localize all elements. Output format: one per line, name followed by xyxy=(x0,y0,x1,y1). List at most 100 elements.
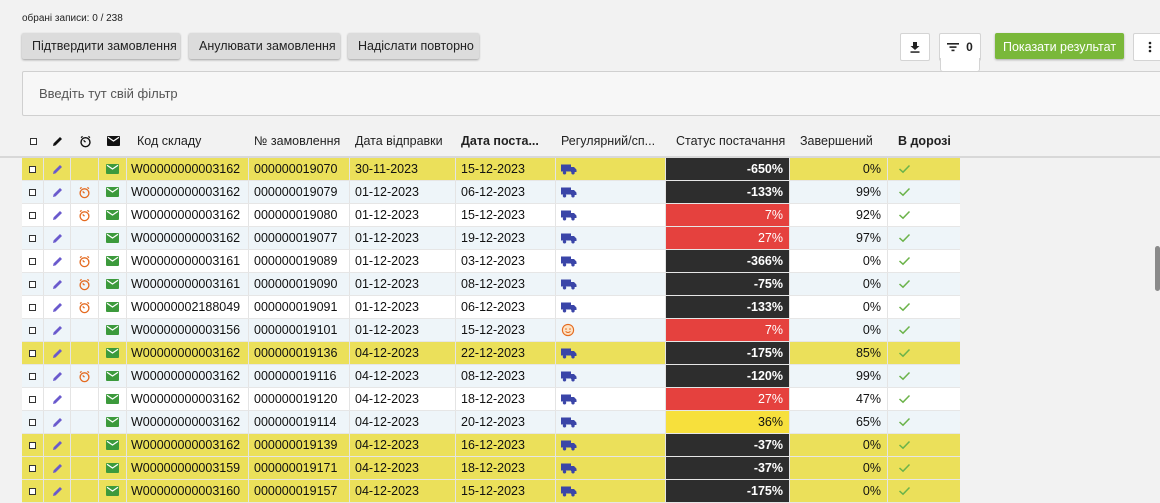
table-row[interactable]: W00000000003162 000000019114 04-12-2023 20-… xyxy=(22,411,960,434)
row-edit-button[interactable] xyxy=(44,411,71,433)
row-mail[interactable] xyxy=(99,181,127,203)
table-row[interactable]: W00000000003162 000000019139 04-12-2023 16-… xyxy=(22,434,960,457)
row-checkbox[interactable] xyxy=(29,280,36,288)
row-edit-button[interactable] xyxy=(44,388,71,410)
header-completed[interactable]: Завершений xyxy=(790,126,888,156)
resend-button[interactable]: Надіслати повторно xyxy=(348,33,479,59)
row-checkbox[interactable] xyxy=(29,418,36,426)
vertical-scrollbar[interactable] xyxy=(1155,246,1160,291)
header-order-number[interactable]: № замовлення xyxy=(249,126,350,156)
row-checkbox[interactable] xyxy=(29,303,36,311)
row-checkbox[interactable] xyxy=(29,257,36,265)
row-select[interactable] xyxy=(22,204,44,226)
show-results-button[interactable]: Показати результат xyxy=(995,33,1124,59)
table-row[interactable]: W00000000003156 000000019101 01-12-2023 15-… xyxy=(22,319,960,342)
header-select-all[interactable] xyxy=(22,126,44,156)
row-select[interactable] xyxy=(22,227,44,249)
cancel-orders-button[interactable]: Анулювати замовлення xyxy=(189,33,340,59)
row-edit-button[interactable] xyxy=(44,204,71,226)
row-select[interactable] xyxy=(22,181,44,203)
row-mail[interactable] xyxy=(99,434,127,456)
row-checkbox[interactable] xyxy=(29,464,36,472)
header-warehouse-code[interactable]: Код складу xyxy=(127,126,249,156)
edit-icon xyxy=(52,302,62,312)
more-menu-button[interactable] xyxy=(1133,33,1160,61)
row-edit-button[interactable] xyxy=(44,296,71,318)
row-mail[interactable] xyxy=(99,457,127,479)
filter-toggle-button[interactable]: 0 xyxy=(939,33,981,61)
select-all-checkbox[interactable] xyxy=(29,137,37,145)
row-select[interactable] xyxy=(22,342,44,364)
row-select[interactable] xyxy=(22,480,44,502)
row-select[interactable] xyxy=(22,365,44,387)
row-edit-button[interactable] xyxy=(44,250,71,272)
filter-count: 0 xyxy=(966,40,973,54)
table-row[interactable]: W00000000003161 000000019090 01-12-2023 08-… xyxy=(22,273,960,296)
row-edit-button[interactable] xyxy=(44,181,71,203)
row-checkbox[interactable] xyxy=(29,211,36,219)
header-delivery-date[interactable]: Дата поста... xyxy=(456,126,556,156)
cell-order-number: 000000019120 xyxy=(249,388,350,410)
header-delivery-status[interactable]: Статус постачання xyxy=(666,126,790,156)
row-checkbox[interactable] xyxy=(29,487,36,495)
header-ship-date[interactable]: Дата відправки xyxy=(350,126,456,156)
row-mail[interactable] xyxy=(99,158,127,180)
row-checkbox[interactable] xyxy=(29,165,36,173)
row-edit-button[interactable] xyxy=(44,227,71,249)
row-select[interactable] xyxy=(22,296,44,318)
timer-icon xyxy=(79,209,90,221)
row-select[interactable] xyxy=(22,457,44,479)
row-checkbox[interactable] xyxy=(29,349,36,357)
row-checkbox[interactable] xyxy=(29,188,36,196)
row-edit-button[interactable] xyxy=(44,273,71,295)
table-row[interactable]: W00000000003162 000000019080 01-12-2023 15-… xyxy=(22,204,960,227)
table-row[interactable]: W00000002188049 000000019091 01-12-2023 06-… xyxy=(22,296,960,319)
table-row[interactable]: W00000000003162 000000019070 30-11-2023 15-… xyxy=(22,158,960,181)
row-mail[interactable] xyxy=(99,365,127,387)
row-mail[interactable] xyxy=(99,411,127,433)
row-edit-button[interactable] xyxy=(44,319,71,341)
row-edit-button[interactable] xyxy=(44,434,71,456)
row-edit-button[interactable] xyxy=(44,342,71,364)
row-edit-button[interactable] xyxy=(44,158,71,180)
row-edit-button[interactable] xyxy=(44,480,71,502)
row-mail[interactable] xyxy=(99,204,127,226)
row-mail[interactable] xyxy=(99,296,127,318)
row-checkbox[interactable] xyxy=(29,372,36,380)
cell-completed: 0% xyxy=(790,250,888,272)
row-mail[interactable] xyxy=(99,388,127,410)
row-edit-button[interactable] xyxy=(44,365,71,387)
row-checkbox[interactable] xyxy=(29,234,36,242)
row-checkbox[interactable] xyxy=(29,441,36,449)
table-row[interactable]: W00000000003160 000000019157 04-12-2023 15-… xyxy=(22,480,960,503)
header-regular[interactable]: Регулярний/сп... xyxy=(556,126,666,156)
row-checkbox[interactable] xyxy=(29,326,36,334)
row-checkbox[interactable] xyxy=(29,395,36,403)
row-mail[interactable] xyxy=(99,227,127,249)
filter-input[interactable] xyxy=(23,72,1160,115)
row-select[interactable] xyxy=(22,411,44,433)
row-select[interactable] xyxy=(22,250,44,272)
table-row[interactable]: W00000000003162 000000019077 01-12-2023 19-… xyxy=(22,227,960,250)
header-in-transit[interactable]: В дорозі xyxy=(888,126,960,156)
row-mail[interactable] xyxy=(99,342,127,364)
table-row[interactable]: W00000000003162 000000019079 01-12-2023 06-… xyxy=(22,181,960,204)
table-row[interactable]: W00000000003162 000000019136 04-12-2023 22-… xyxy=(22,342,960,365)
table-row[interactable]: W00000000003162 000000019116 04-12-2023 08-… xyxy=(22,365,960,388)
row-mail[interactable] xyxy=(99,480,127,502)
filter-field[interactable] xyxy=(22,71,1160,116)
row-select[interactable] xyxy=(22,388,44,410)
row-select[interactable] xyxy=(22,273,44,295)
table-row[interactable]: W00000000003162 000000019120 04-12-2023 18-… xyxy=(22,388,960,411)
row-select[interactable] xyxy=(22,319,44,341)
row-mail[interactable] xyxy=(99,273,127,295)
row-select[interactable] xyxy=(22,158,44,180)
row-edit-button[interactable] xyxy=(44,457,71,479)
row-select[interactable] xyxy=(22,434,44,456)
table-row[interactable]: W00000000003161 000000019089 01-12-2023 03-… xyxy=(22,250,960,273)
row-mail[interactable] xyxy=(99,250,127,272)
download-button[interactable] xyxy=(900,33,930,61)
confirm-orders-button[interactable]: Підтвердити замовлення xyxy=(22,33,180,59)
table-row[interactable]: W00000000003159 000000019171 04-12-2023 18-… xyxy=(22,457,960,480)
row-mail[interactable] xyxy=(99,319,127,341)
